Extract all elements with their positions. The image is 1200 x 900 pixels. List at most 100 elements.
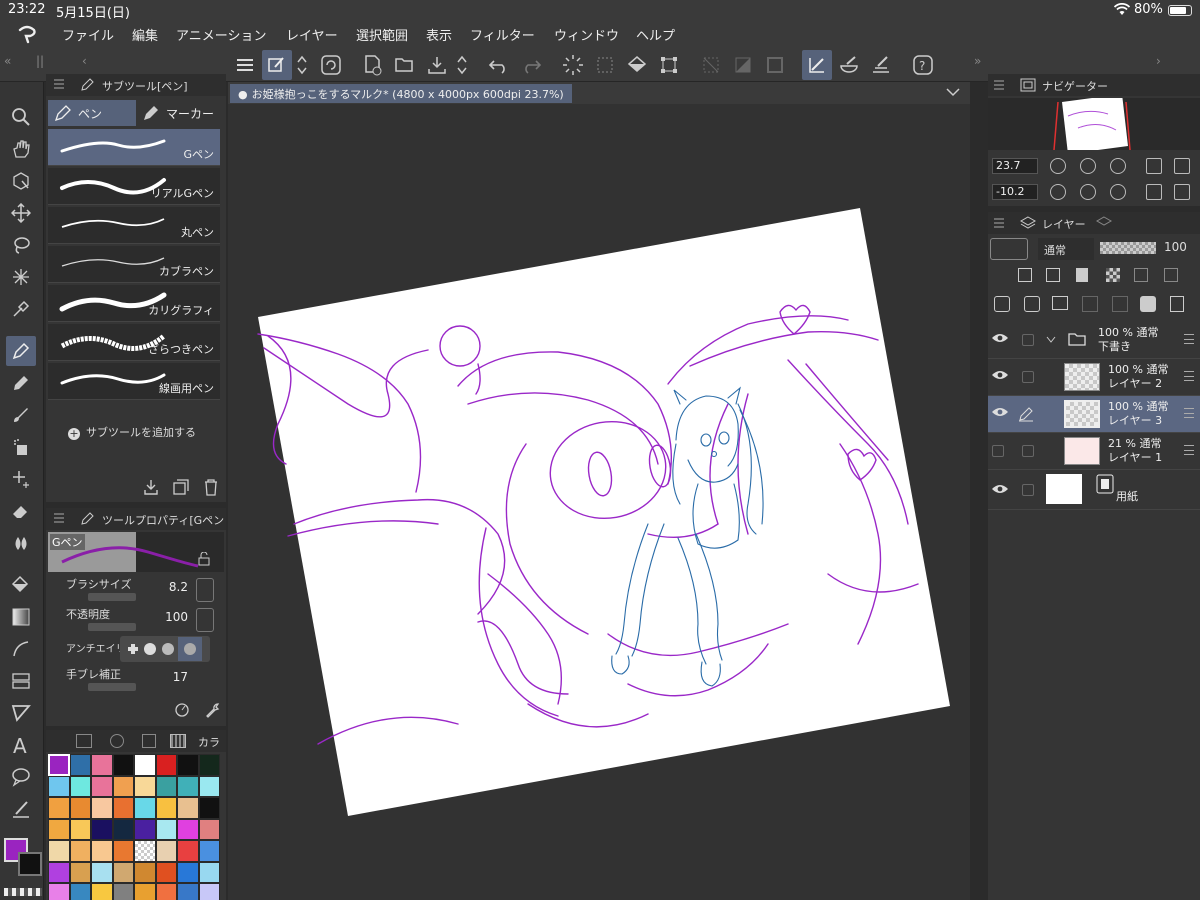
save-options-arrows-icon[interactable] [452, 50, 472, 80]
airbrush-tool-icon[interactable] [6, 432, 36, 462]
lasso-fill-icon[interactable] [316, 50, 346, 80]
delete-subtool-icon[interactable] [202, 478, 220, 496]
brush-zaratsuki-pen[interactable]: ざらつきペン [48, 324, 220, 361]
stabilization-slider[interactable] [88, 683, 136, 691]
layer-row-layer3[interactable]: 100 % 通常 レイヤー 3 [988, 396, 1200, 433]
frame-border-tool-icon[interactable] [6, 666, 36, 696]
new-vector-layer-icon[interactable] [1024, 296, 1040, 312]
palette-swatch[interactable] [48, 797, 70, 819]
brush-size-row[interactable]: ブラシサイズ 8.2 [62, 576, 222, 606]
layer-check[interactable] [1022, 445, 1034, 457]
fit-window-icon[interactable] [1174, 158, 1190, 174]
brush-kabura-pen[interactable]: カブラペン [48, 246, 220, 283]
palette-swatch[interactable] [198, 861, 220, 883]
layer-property-tab-icon[interactable] [1096, 216, 1112, 230]
undo-icon[interactable] [484, 50, 514, 80]
category-tab-marker[interactable]: マーカー [136, 100, 224, 126]
palette-swatch[interactable] [155, 797, 177, 819]
decoration-tool-icon[interactable] [6, 464, 36, 494]
palette-swatch[interactable] [112, 840, 134, 862]
rotate-left-icon[interactable] [1050, 184, 1066, 200]
flip-vertical-icon[interactable] [1174, 184, 1190, 200]
palette-swatch[interactable] [134, 883, 156, 900]
transparent-color-swatch[interactable] [4, 888, 42, 896]
menu-layer[interactable]: レイヤー [286, 25, 338, 44]
palette-swatch[interactable] [177, 797, 199, 819]
eyedropper-tool-icon[interactable] [6, 294, 36, 324]
fill-tool-icon[interactable] [6, 570, 36, 600]
new-folder-icon[interactable] [1052, 296, 1068, 310]
actual-size-icon[interactable] [1146, 158, 1162, 174]
palette-swatch[interactable] [155, 818, 177, 840]
category-tab-pen[interactable]: ペン [48, 100, 136, 126]
fit-view-icon[interactable] [1110, 158, 1126, 174]
palette-swatch[interactable] [48, 883, 70, 900]
zoom-in-icon[interactable] [1080, 158, 1096, 174]
sub-color-swatch[interactable] [18, 852, 42, 876]
flip-horizontal-icon[interactable] [1146, 184, 1162, 200]
menu-animation[interactable]: アニメーション [176, 25, 266, 44]
palette-swatch[interactable] [69, 754, 91, 776]
collapse-left-icon[interactable]: « [4, 54, 11, 68]
clip-lower-layer-icon[interactable] [1018, 268, 1032, 282]
palette-swatch[interactable] [69, 883, 91, 900]
menu-filter[interactable]: フィルター [470, 25, 535, 44]
layer-row-layer2[interactable]: 100 % 通常 レイヤー 2 [988, 359, 1200, 396]
pen-tool-icon[interactable] [6, 336, 36, 366]
collapse-right-icon[interactable]: » [974, 54, 981, 68]
gradient-tool-icon[interactable] [6, 602, 36, 632]
layer-check[interactable] [1022, 371, 1034, 383]
palette-swatch[interactable] [134, 840, 156, 862]
blend-mode-select[interactable]: 通常 [1038, 238, 1094, 260]
palette-swatch[interactable] [177, 754, 199, 776]
app-logo-icon[interactable] [16, 24, 38, 44]
palette-swatch[interactable] [48, 861, 70, 883]
panel-menu-icon[interactable] [54, 513, 64, 523]
palette-swatch[interactable] [69, 818, 91, 840]
loading-spinner-icon[interactable] [558, 50, 588, 80]
palette-swatch[interactable] [48, 840, 70, 862]
brush-tool-icon[interactable] [6, 400, 36, 430]
rotate-right-icon[interactable] [1080, 184, 1096, 200]
palette-swatch[interactable] [155, 883, 177, 900]
figure-tool-icon[interactable] [6, 634, 36, 664]
reference-layer-icon[interactable] [1046, 268, 1060, 282]
help-icon[interactable]: ? [908, 50, 938, 80]
layer-check[interactable] [1022, 484, 1034, 496]
palette-swatch[interactable] [134, 797, 156, 819]
fill-bucket-icon[interactable] [622, 50, 652, 80]
brush-g-pen[interactable]: Gペン [48, 129, 220, 166]
layer-check[interactable] [1022, 334, 1034, 346]
palette-swatch[interactable] [198, 754, 220, 776]
magic-wand-tool-icon[interactable] [6, 262, 36, 292]
palette-swatch[interactable] [91, 754, 113, 776]
eye-icon[interactable] [992, 407, 1008, 417]
pencil-tool-icon[interactable] [6, 368, 36, 398]
layer-row-paper[interactable]: 用紙 [988, 470, 1200, 510]
layer-color-toggle[interactable] [990, 238, 1028, 260]
color-history-tab-icon[interactable] [142, 734, 156, 748]
reset-rotation-icon[interactable] [1110, 184, 1126, 200]
brush-maru-pen[interactable]: 丸ペン [48, 207, 220, 244]
snap-special-ruler-icon[interactable] [834, 50, 864, 80]
palette-swatch[interactable] [69, 775, 91, 797]
palette-swatch[interactable] [91, 840, 113, 862]
select-layer-icon[interactable] [590, 50, 620, 80]
brush-calligraphy[interactable]: カリグラフィ [48, 285, 220, 322]
settings-dial-icon[interactable] [174, 702, 190, 718]
delete-layer-icon[interactable] [1170, 296, 1184, 312]
layer-menu-icon[interactable] [1184, 408, 1194, 418]
palette-swatch[interactable] [177, 775, 199, 797]
zoom-tool-icon[interactable] [6, 102, 36, 132]
sketch-canvas[interactable] [228, 104, 970, 900]
palette-swatch[interactable] [134, 818, 156, 840]
transform-icon[interactable] [654, 50, 684, 80]
palette-swatch[interactable] [48, 754, 70, 776]
layer-opacity-slider[interactable] [1100, 242, 1156, 254]
document-tab[interactable]: ● お姫様抱っこをするマルク* (4800 x 4000px 600dpi 23.… [230, 84, 572, 103]
palette-swatch[interactable] [91, 775, 113, 797]
palette-swatch[interactable] [177, 840, 199, 862]
hand-tool-icon[interactable] [6, 134, 36, 164]
chevron-left-icon[interactable]: ‹ [82, 54, 87, 68]
add-subtool-button[interactable]: + サブツールを追加する [68, 424, 196, 440]
